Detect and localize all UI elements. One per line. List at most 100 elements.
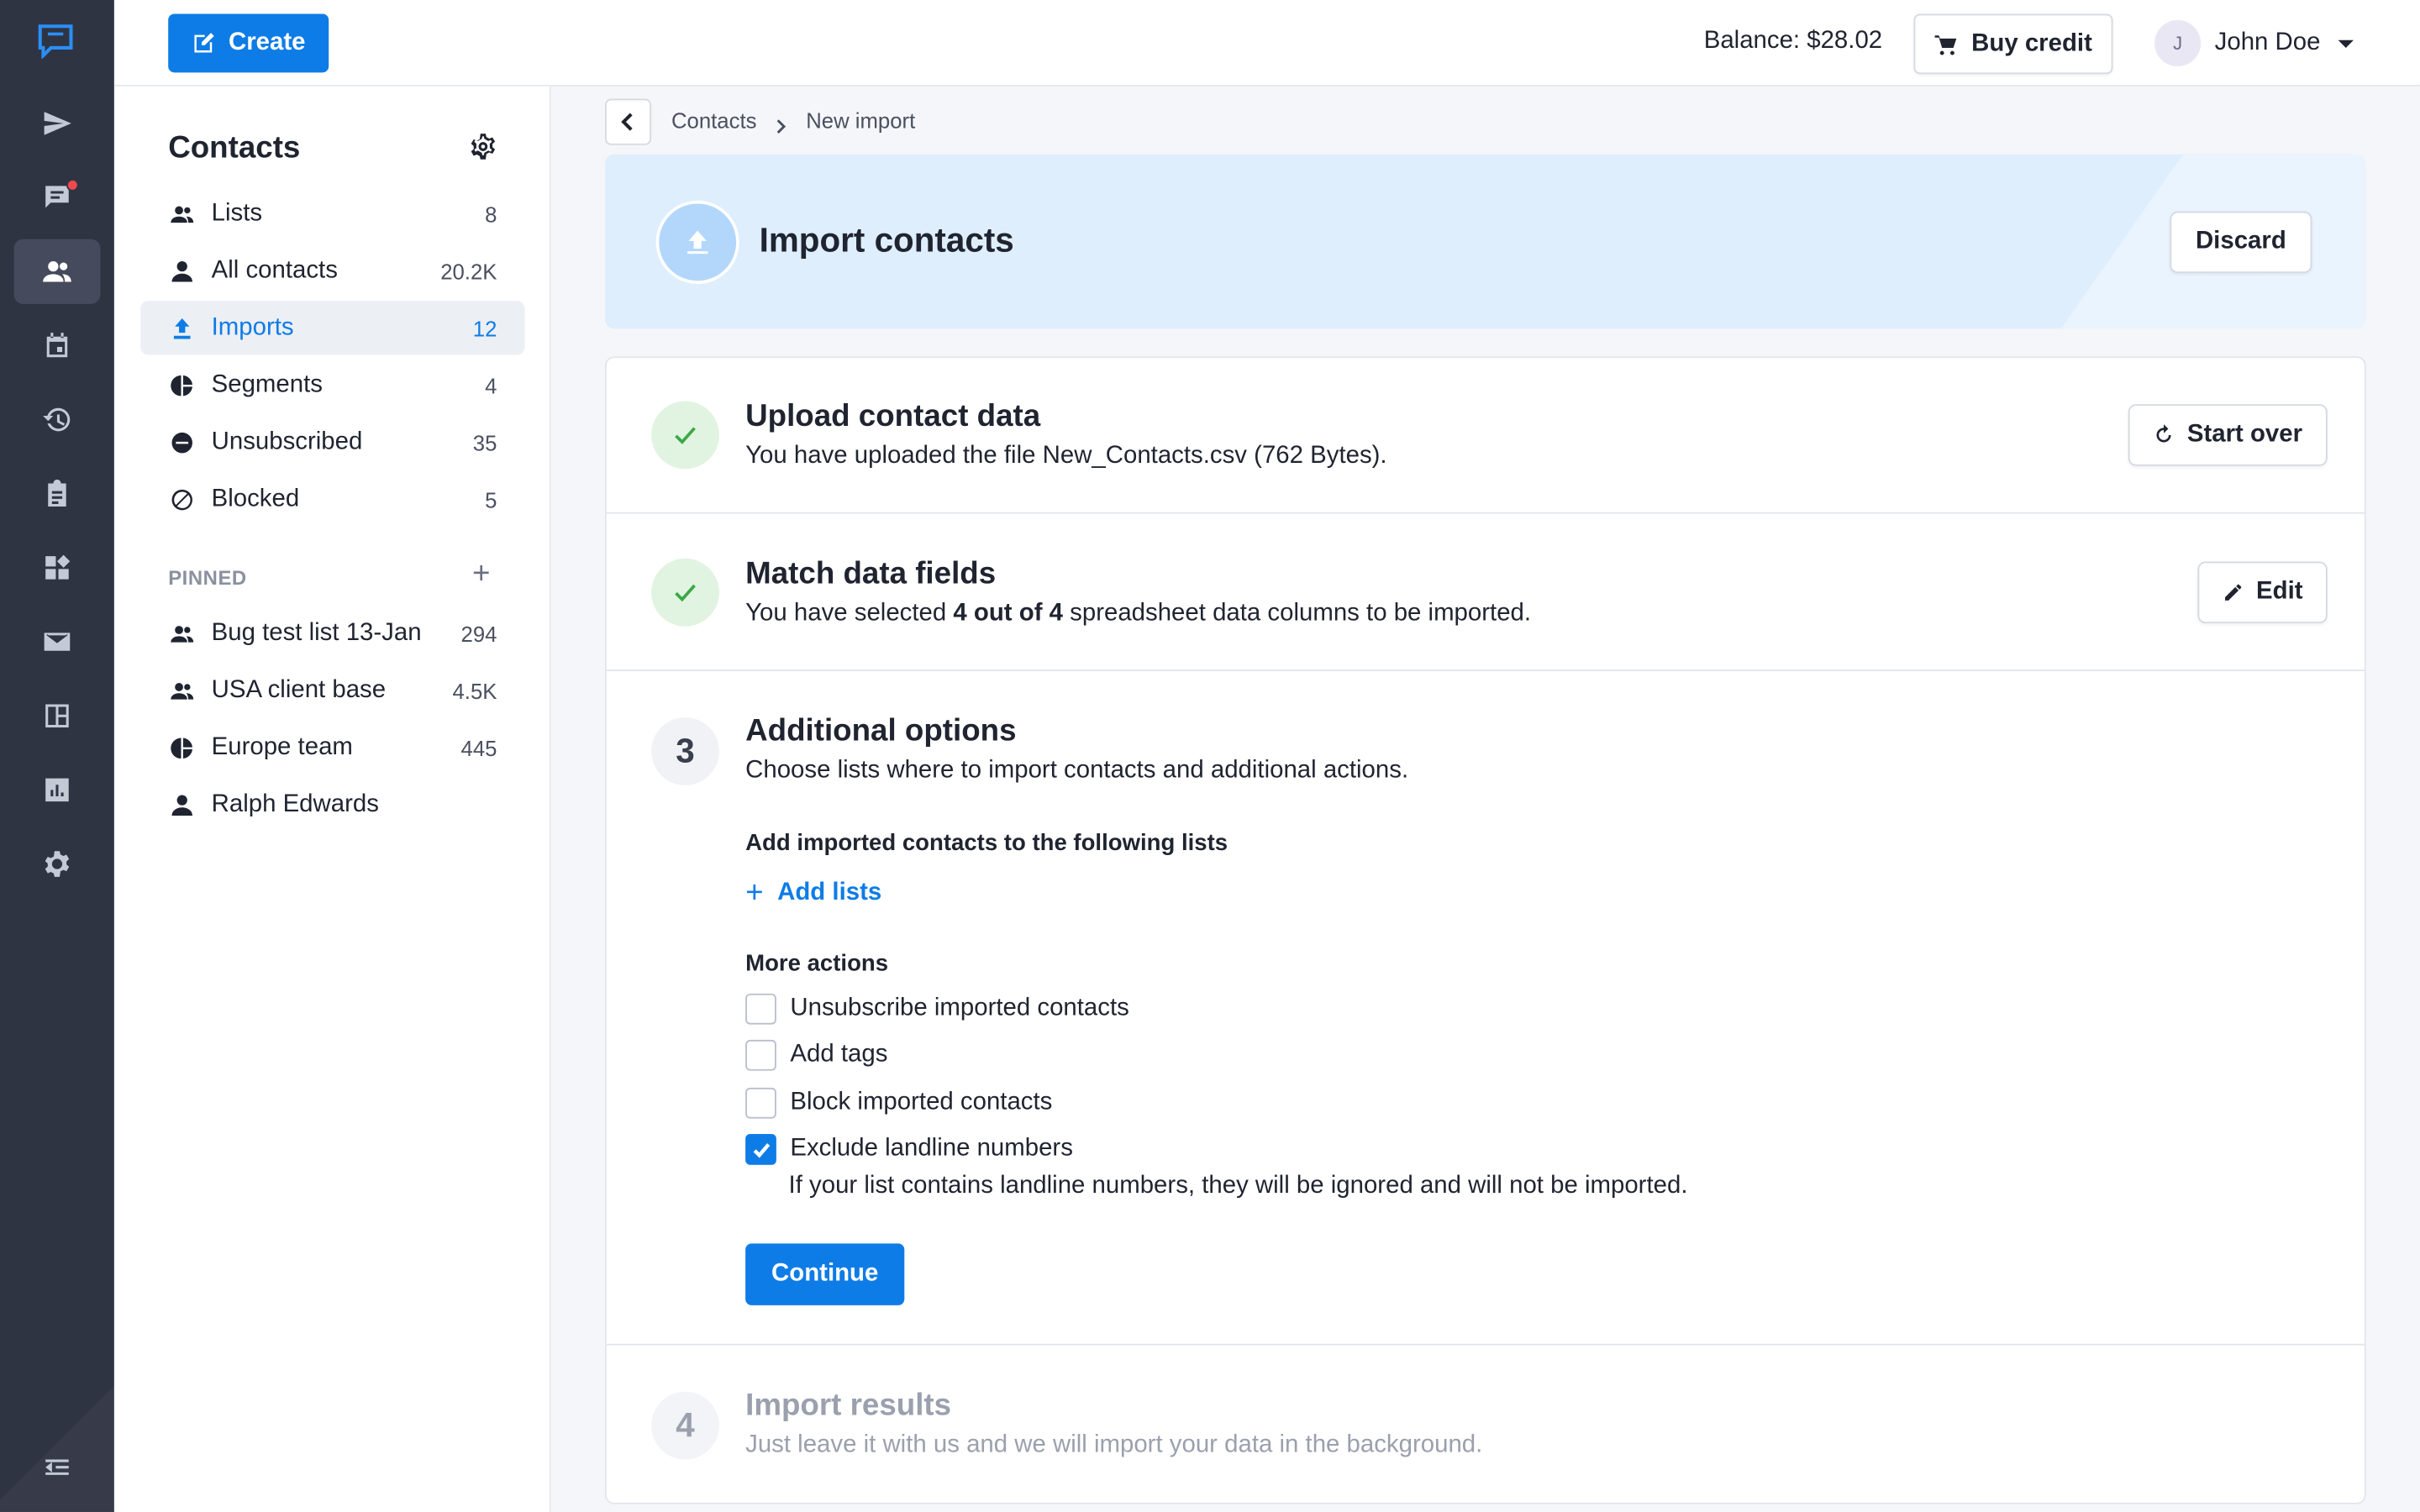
app-logo-icon[interactable]: [37, 22, 74, 59]
page-title: Import contacts: [759, 220, 1014, 260]
pinned-item-count: 4.5K: [452, 678, 497, 703]
sidebar-item-label: Lists: [211, 199, 263, 227]
sidebar-item-imports[interactable]: Imports 12: [140, 301, 525, 355]
checkbox-label: Unsubscribe imported contacts: [790, 995, 1129, 1021]
chevron-right-icon: [775, 114, 787, 134]
pinned-item-label: Europe team: [211, 733, 353, 760]
chart-icon[interactable]: [14, 758, 101, 822]
desc-prefix: You have selected: [745, 600, 954, 627]
step-match-fields: Match data fields You have selected 4 ou…: [606, 514, 2365, 671]
discard-button[interactable]: Discard: [2170, 211, 2312, 274]
pinned-item-label: Ralph Edwards: [211, 790, 379, 817]
edit-label: Edit: [2256, 578, 2303, 605]
sidebar-item-lists[interactable]: Lists 8: [140, 186, 524, 240]
clipboard-icon[interactable]: [14, 461, 101, 526]
checkbox[interactable]: [745, 993, 776, 1025]
collapse-menu-icon[interactable]: [14, 1435, 101, 1499]
main-content: Contacts New import Import contacts Disc…: [551, 87, 2420, 1512]
avatar: J: [2154, 19, 2202, 66]
desc-suffix: (762 Bytes).: [1246, 443, 1387, 470]
minus-circle-icon: [168, 428, 196, 456]
pinned-item-bug-test-list[interactable]: Bug test list 13-Jan 294: [140, 606, 524, 660]
import-steps-card: Upload contact data You have uploaded th…: [604, 356, 2366, 1504]
start-over-button[interactable]: Start over: [2128, 404, 2328, 466]
pencil-icon: [2224, 584, 2242, 601]
checkbox-label: Add tags: [790, 1041, 888, 1068]
add-pinned-plus-icon[interactable]: +: [472, 559, 490, 590]
sidebar-title: Contacts: [168, 131, 301, 165]
sidebar-item-unsubscribed[interactable]: Unsubscribed 35: [140, 415, 524, 469]
mail-icon[interactable]: [14, 609, 101, 674]
user-name: John Doe: [2214, 29, 2321, 56]
sidebar-item-all-contacts[interactable]: All contacts 20.2K: [140, 244, 524, 297]
desc-prefix: You have uploaded the file: [745, 443, 1043, 470]
checkbox-block-imported[interactable]: Block imported contacts: [745, 1087, 1053, 1119]
apps-icon[interactable]: [14, 535, 101, 600]
step-title: Match data fields: [745, 557, 997, 591]
buy-credit-button[interactable]: Buy credit: [1913, 13, 2113, 75]
person-icon: [168, 257, 196, 285]
checkbox-label: Exclude landline numbers: [790, 1135, 1073, 1163]
sidebar-item-count: 5: [485, 486, 497, 512]
check-icon: [651, 558, 719, 627]
history-icon[interactable]: [14, 387, 101, 452]
lists-section-label: Add imported contacts to the following l…: [745, 830, 1228, 857]
notification-dot: [66, 179, 79, 192]
step-description: Just leave it with us and we will import…: [745, 1431, 1483, 1458]
pinned-item-label: Bug test list 13-Jan: [211, 619, 422, 646]
breadcrumb-contacts[interactable]: Contacts: [671, 108, 756, 133]
landline-help-text: If your list contains landline numbers, …: [788, 1172, 1688, 1200]
checkbox-unsubscribe-imported[interactable]: Unsubscribe imported contacts: [745, 993, 1129, 1025]
back-button[interactable]: [604, 98, 652, 145]
sidebar-item-segments[interactable]: Segments 4: [140, 358, 524, 412]
pinned-item-count: 445: [460, 735, 497, 760]
step-upload: Upload contact data You have uploaded th…: [606, 358, 2365, 514]
sidebar-item-count: 20.2K: [440, 258, 497, 284]
sidebar-item-label: Segments: [211, 370, 323, 397]
step-description: You have uploaded the file New_Contacts.…: [745, 443, 1386, 470]
board-icon[interactable]: [14, 684, 101, 748]
continue-button[interactable]: Continue: [745, 1243, 905, 1305]
more-actions-label: More actions: [745, 950, 889, 977]
refresh-icon: [2156, 424, 2171, 443]
checkbox[interactable]: [745, 1039, 776, 1071]
sidebar-item-label: Unsubscribed: [211, 428, 363, 454]
list-icon: [168, 200, 196, 228]
checkbox-add-tags[interactable]: Add tags: [745, 1039, 888, 1071]
step-number: 4: [651, 1391, 719, 1460]
edit-square-icon: [194, 33, 214, 53]
check-icon: [651, 401, 719, 470]
send-icon[interactable]: [14, 91, 101, 155]
list-icon: [168, 676, 196, 704]
contacts-nav-icon[interactable]: [13, 239, 101, 304]
sidebar-item-count: 8: [485, 201, 497, 227]
sidebar-item-blocked[interactable]: Blocked 5: [140, 472, 524, 526]
selected-columns-count: 4 out of 4: [953, 600, 1063, 627]
checkbox[interactable]: [745, 1087, 776, 1119]
add-lists-button[interactable]: + Add lists: [745, 876, 882, 911]
contacts-sidebar: Contacts Lists 8 All contacts 20.2K Impo…: [113, 86, 551, 1512]
step-import-results: 4 Import results Just leave it with us a…: [607, 1346, 2365, 1503]
plus-icon: +: [745, 876, 764, 911]
calendar-icon[interactable]: [14, 313, 101, 378]
pie-icon: [168, 371, 196, 399]
pinned-item-label: USA client base: [211, 676, 387, 703]
user-menu[interactable]: J John Doe: [2154, 19, 2354, 66]
edit-button[interactable]: Edit: [2197, 561, 2328, 624]
pinned-item-usa-client-base[interactable]: USA client base 4.5K: [140, 664, 524, 717]
checkbox-exclude-landline[interactable]: Exclude landline numbers: [745, 1133, 1073, 1165]
sidebar-item-label: All contacts: [211, 256, 338, 284]
chat-icon[interactable]: [14, 165, 101, 230]
step-title: Import results: [745, 1389, 952, 1423]
upload-icon: [168, 314, 196, 342]
step-number: 3: [651, 717, 719, 785]
add-lists-label: Add lists: [777, 879, 882, 906]
gear-icon[interactable]: [468, 131, 499, 162]
pinned-item-ralph-edwards[interactable]: Ralph Edwards: [140, 778, 524, 832]
pinned-item-europe-team[interactable]: Europe team 445: [140, 721, 524, 774]
settings-icon[interactable]: [14, 832, 101, 896]
create-button[interactable]: Create: [168, 13, 329, 73]
chevron-left-icon: [621, 113, 633, 131]
checkbox-checked[interactable]: [745, 1133, 776, 1165]
checkbox-label: Block imported contacts: [790, 1089, 1053, 1116]
